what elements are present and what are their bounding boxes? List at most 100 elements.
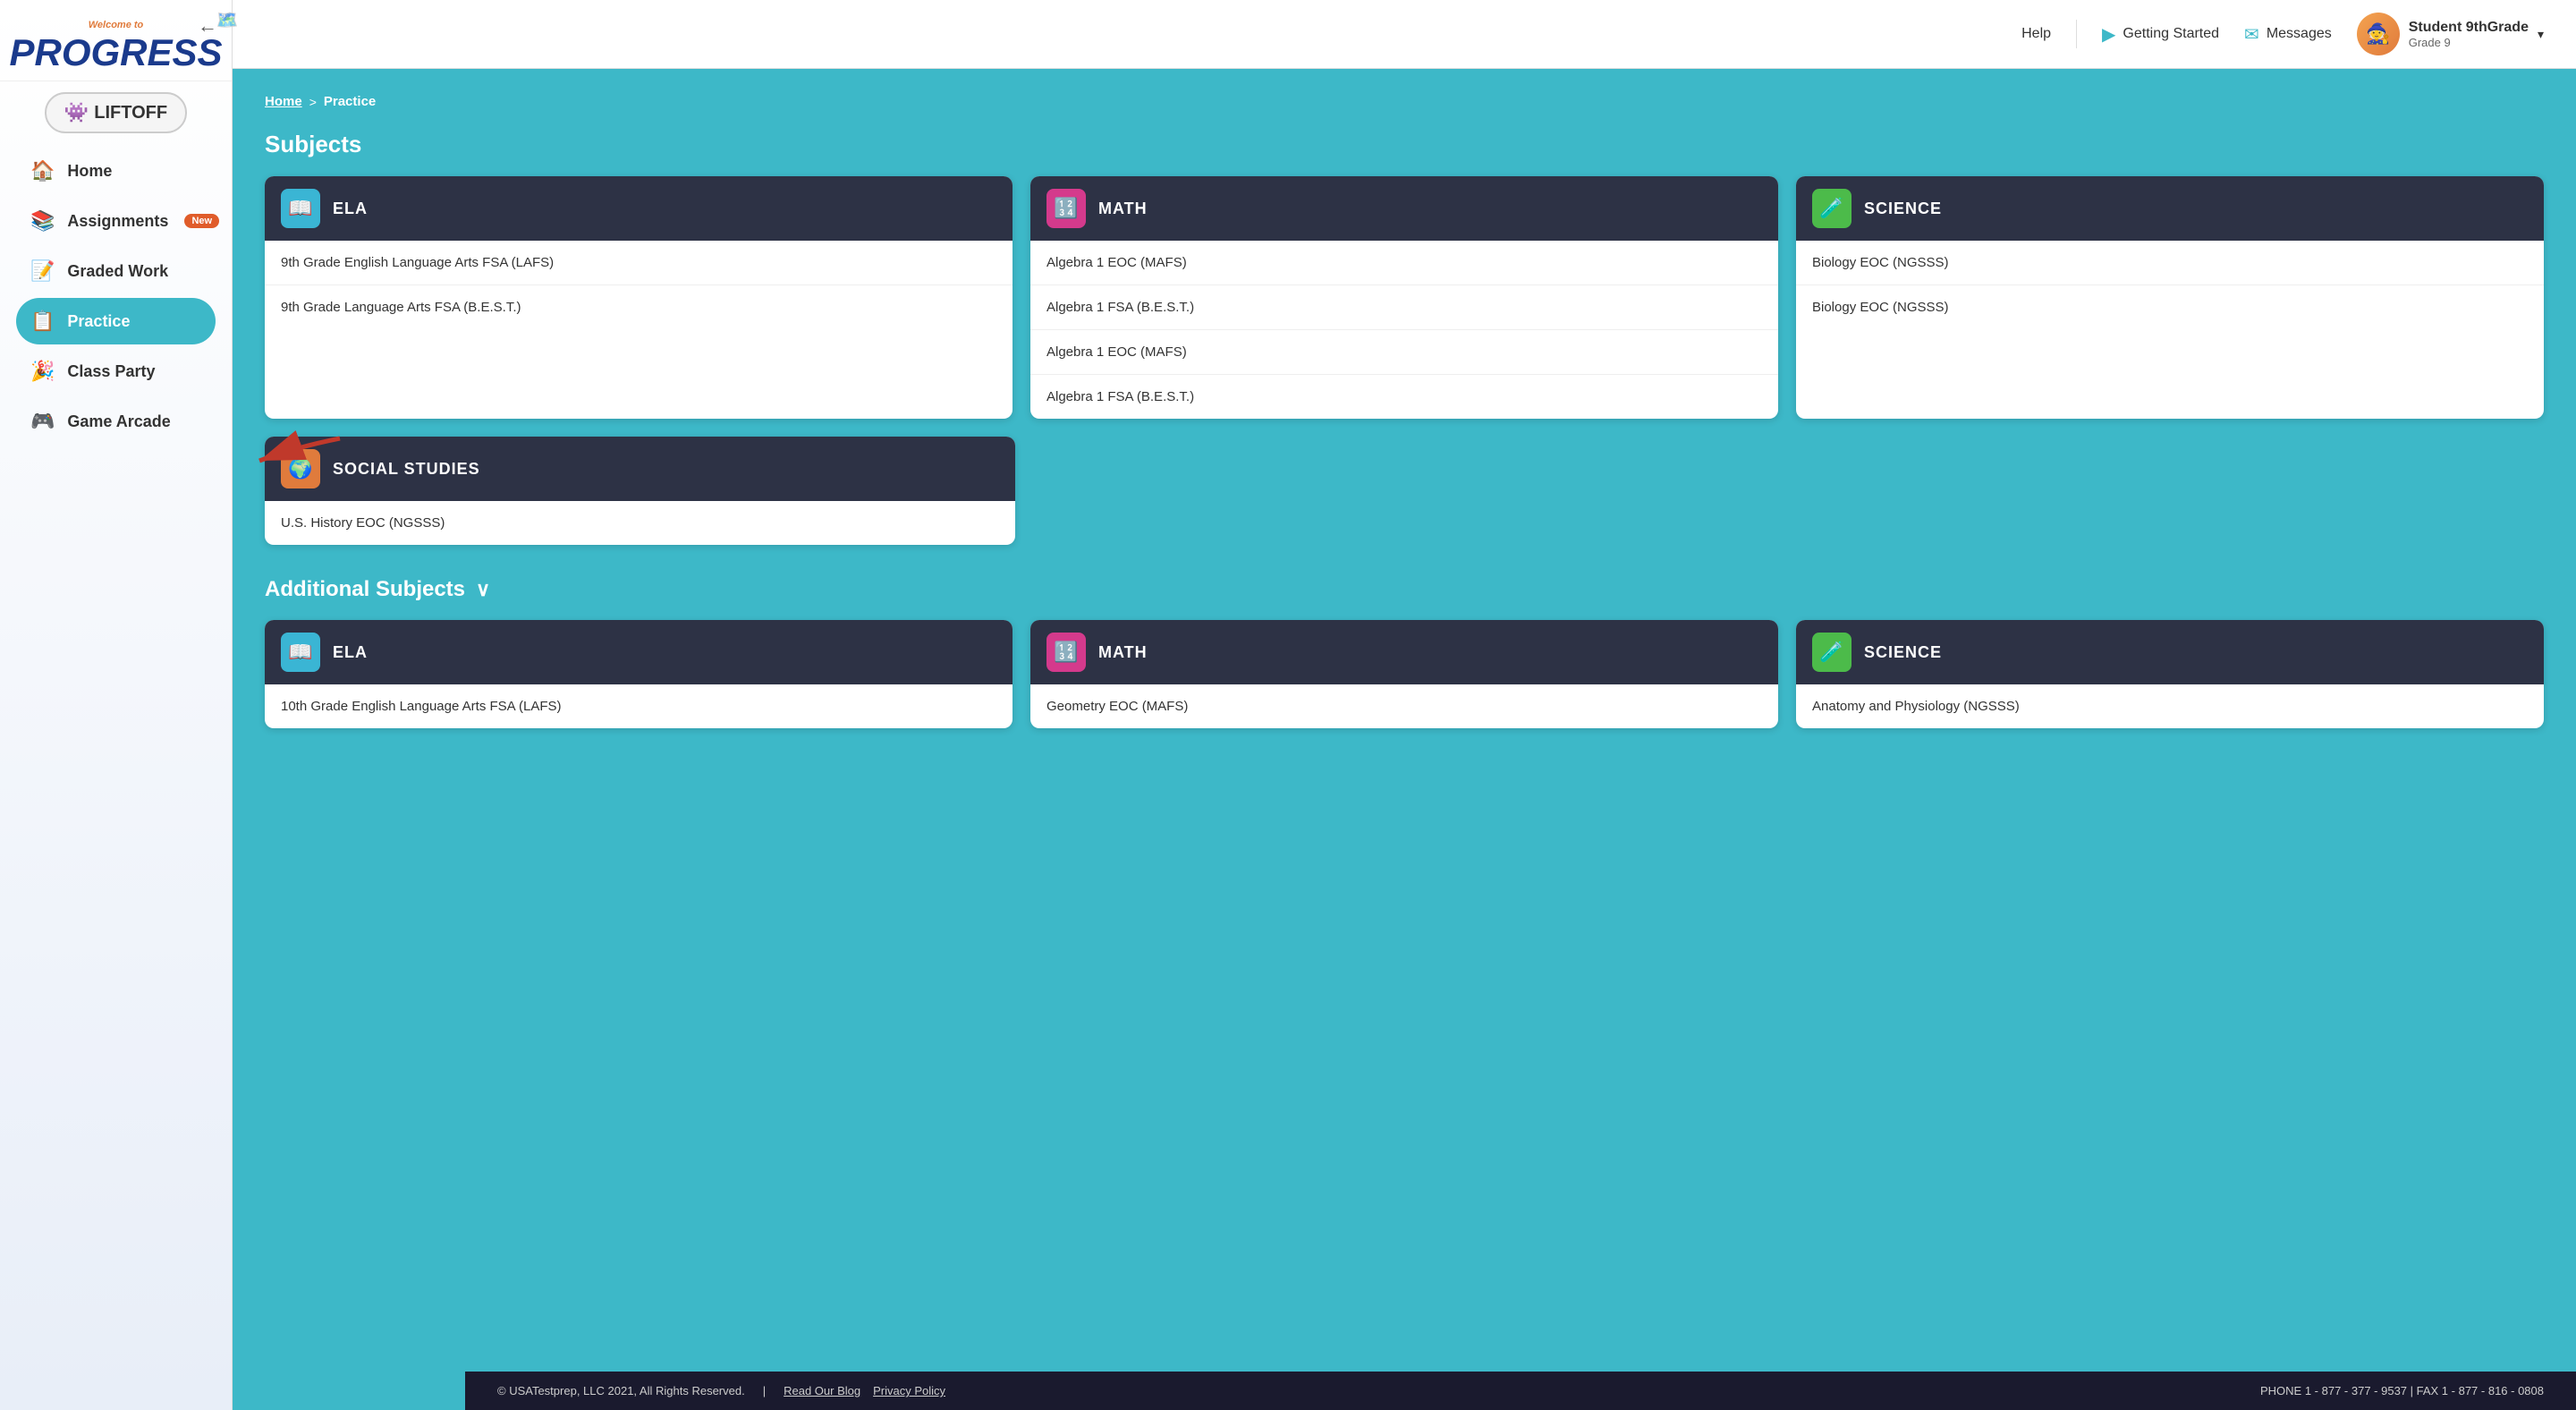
game-arcade-icon: 🎮 <box>30 410 55 433</box>
additional-math-items: Geometry EOC (MAFS) <box>1030 684 1778 728</box>
sidebar-item-label: Class Party <box>67 362 155 381</box>
sidebar-item-label: Home <box>67 162 112 181</box>
footer-phone: PHONE 1 - 877 - 377 - 9537 | FAX 1 - 877… <box>2260 1384 2544 1397</box>
footer-privacy-link[interactable]: Privacy Policy <box>873 1384 945 1397</box>
sidebar-item-graded-work[interactable]: 📝 Graded Work <box>16 248 216 294</box>
science-items: Biology EOC (NGSSS) Biology EOC (NGSSS) <box>1796 241 2544 329</box>
additional-science-items: Anatomy and Physiology (NGSSS) <box>1796 684 2544 728</box>
sidebar-item-class-party[interactable]: 🎉 Class Party <box>16 348 216 395</box>
page-content: Home > Practice Subjects 📖 ELA 9th Grade… <box>233 69 2576 1372</box>
list-item[interactable]: U.S. History EOC (NGSSS) <box>265 501 1015 545</box>
list-item[interactable]: 9th Grade Language Arts FSA (B.E.S.T.) <box>265 285 1013 329</box>
additional-science-title: SCIENCE <box>1864 643 1942 662</box>
sidebar: ← Welcome to PROGRESS 🗺️ 👾 LIFTOFF 🏠 Hom… <box>0 0 233 1410</box>
breadcrumb: Home > Practice <box>265 94 2544 109</box>
practice-icon: 📋 <box>30 310 55 333</box>
assignments-icon: 📚 <box>30 209 55 233</box>
social-studies-icon: 🌍 <box>281 449 320 488</box>
sidebar-item-label: Practice <box>67 312 130 331</box>
class-party-icon: 🎉 <box>30 360 55 383</box>
nav-menu: 🏠 Home 📚 Assignments New 📝 Graded Work 📋… <box>0 148 232 445</box>
math-title: MATH <box>1098 200 1148 218</box>
messages-label: Messages <box>2267 26 2332 42</box>
social-studies-items: U.S. History EOC (NGSSS) <box>265 501 1015 545</box>
additional-math-header: 🔢 MATH <box>1030 620 1778 684</box>
list-item[interactable]: 10th Grade English Language Arts FSA (LA… <box>265 684 1013 728</box>
additional-ela-icon: 📖 <box>281 633 320 672</box>
additional-ela-items: 10th Grade English Language Arts FSA (LA… <box>265 684 1013 728</box>
user-name: Student 9thGrade <box>2409 20 2529 36</box>
list-item[interactable]: Algebra 1 FSA (B.E.S.T.) <box>1030 285 1778 330</box>
footer-copyright: © USATestprep, LLC 2021, All Rights Rese… <box>497 1384 745 1397</box>
social-studies-card: 🌍 SOCIAL STUDIES U.S. History EOC (NGSSS… <box>265 437 1015 545</box>
additional-subjects-grid: 📖 ELA 10th Grade English Language Arts F… <box>265 620 2544 728</box>
user-menu[interactable]: 🧙 Student 9thGrade Grade 9 ▾ <box>2357 13 2544 55</box>
breadcrumb-current: Practice <box>324 94 376 109</box>
liftoff-text: LIFTOFF <box>94 103 167 123</box>
graded-work-icon: 📝 <box>30 259 55 283</box>
additional-math-title: MATH <box>1098 643 1148 662</box>
sidebar-item-assignments[interactable]: 📚 Assignments New <box>16 198 216 244</box>
social-studies-title: SOCIAL STUDIES <box>333 460 480 479</box>
additional-math-icon: 🔢 <box>1046 633 1086 672</box>
ela-items: 9th Grade English Language Arts FSA (LAF… <box>265 241 1013 329</box>
list-item[interactable]: 9th Grade English Language Arts FSA (LAF… <box>265 241 1013 285</box>
user-info: Student 9thGrade Grade 9 <box>2409 20 2529 49</box>
list-item[interactable]: Algebra 1 EOC (MAFS) <box>1030 241 1778 285</box>
breadcrumb-home[interactable]: Home <box>265 94 302 109</box>
avatar: 🧙 <box>2357 13 2400 55</box>
sidebar-item-home[interactable]: 🏠 Home <box>16 148 216 194</box>
science-card-header: 🧪 SCIENCE <box>1796 176 2544 241</box>
additional-ela-title: ELA <box>333 643 368 662</box>
math-icon: 🔢 <box>1046 189 1086 228</box>
chevron-down-icon: ▾ <box>2538 27 2544 42</box>
additional-science-card: 🧪 SCIENCE Anatomy and Physiology (NGSSS) <box>1796 620 2544 728</box>
science-title: SCIENCE <box>1864 200 1942 218</box>
getting-started-link[interactable]: ▶ Getting Started <box>2102 23 2219 46</box>
user-grade: Grade 9 <box>2409 36 2529 49</box>
main-content: Help ▶ Getting Started ✉ Messages 🧙 Stud… <box>233 0 2576 1410</box>
math-items: Algebra 1 EOC (MAFS) Algebra 1 FSA (B.E.… <box>1030 241 1778 419</box>
list-item[interactable]: Algebra 1 FSA (B.E.S.T.) <box>1030 375 1778 419</box>
footer-divider: | <box>763 1384 766 1397</box>
app-logo: Welcome to PROGRESS 🗺️ <box>0 0 232 81</box>
footer-blog-link[interactable]: Read Our Blog <box>784 1384 860 1397</box>
mail-icon: ✉ <box>2244 23 2259 46</box>
footer-left: © USATestprep, LLC 2021, All Rights Rese… <box>497 1384 945 1397</box>
sidebar-item-game-arcade[interactable]: 🎮 Game Arcade <box>16 398 216 445</box>
math-card: 🔢 MATH Algebra 1 EOC (MAFS) Algebra 1 FS… <box>1030 176 1778 419</box>
ela-card: 📖 ELA 9th Grade English Language Arts FS… <box>265 176 1013 419</box>
list-item[interactable]: Anatomy and Physiology (NGSSS) <box>1796 684 2544 728</box>
top-header: Help ▶ Getting Started ✉ Messages 🧙 Stud… <box>233 0 2576 69</box>
subjects-title: Subjects <box>265 131 2544 158</box>
sidebar-item-practice[interactable]: 📋 Practice <box>16 298 216 344</box>
science-card: 🧪 SCIENCE Biology EOC (NGSSS) Biology EO… <box>1796 176 2544 419</box>
additional-subjects-title[interactable]: Additional Subjects ∨ <box>265 577 2544 602</box>
list-item[interactable]: Biology EOC (NGSSS) <box>1796 241 2544 285</box>
additional-ela-header: 📖 ELA <box>265 620 1013 684</box>
liftoff-logo: 👾 LIFTOFF <box>45 92 187 133</box>
additional-science-icon: 🧪 <box>1812 633 1852 672</box>
list-item[interactable]: Biology EOC (NGSSS) <box>1796 285 2544 329</box>
ela-icon: 📖 <box>281 189 320 228</box>
chevron-down-icon: ∨ <box>476 578 490 601</box>
help-link[interactable]: Help <box>2021 26 2051 42</box>
messages-link[interactable]: ✉ Messages <box>2244 23 2332 46</box>
social-studies-header: 🌍 SOCIAL STUDIES <box>265 437 1015 501</box>
ela-card-header: 📖 ELA <box>265 176 1013 241</box>
header-divider <box>2076 20 2077 48</box>
breadcrumb-separator: > <box>309 95 317 109</box>
list-item[interactable]: Algebra 1 EOC (MAFS) <box>1030 330 1778 375</box>
additional-math-card: 🔢 MATH Geometry EOC (MAFS) <box>1030 620 1778 728</box>
new-badge: New <box>184 214 219 228</box>
social-studies-row: 🌍 SOCIAL STUDIES U.S. History EOC (NGSSS… <box>265 437 2544 545</box>
sidebar-item-label: Assignments <box>67 212 168 231</box>
liftoff-icon: 👾 <box>64 101 89 124</box>
sidebar-item-label: Game Arcade <box>67 412 170 431</box>
list-item[interactable]: Geometry EOC (MAFS) <box>1030 684 1778 728</box>
math-card-header: 🔢 MATH <box>1030 176 1778 241</box>
ela-title: ELA <box>333 200 368 218</box>
additional-science-header: 🧪 SCIENCE <box>1796 620 2544 684</box>
page-footer: © USATestprep, LLC 2021, All Rights Rese… <box>465 1372 2576 1410</box>
science-icon: 🧪 <box>1812 189 1852 228</box>
